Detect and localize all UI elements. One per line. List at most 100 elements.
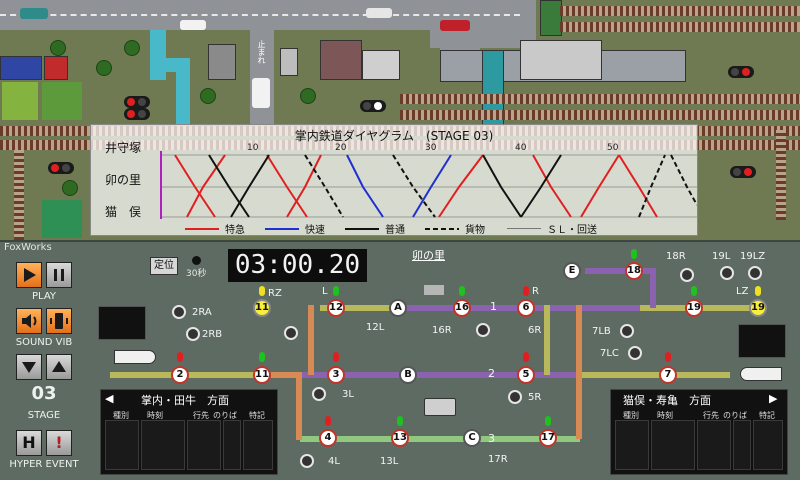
signal-label: 2RA (192, 307, 212, 318)
signal-label: R (532, 286, 539, 297)
track-segment (300, 436, 580, 442)
camera-icon[interactable] (424, 398, 456, 416)
default-position-button[interactable]: 定位 (150, 257, 178, 275)
rail-track (560, 22, 800, 32)
switch-6[interactable]: 6 (517, 299, 535, 317)
map-signal (48, 162, 74, 174)
track-number: 2 (488, 367, 495, 380)
signal-toggle-5r[interactable] (508, 390, 522, 404)
legend-swatch (507, 228, 541, 229)
departure-table-left: ◀ 掌内・田牛 方面 種別 時刻 行先 のりば 特記 (100, 389, 278, 475)
switch-11-yellow[interactable]: 11 (253, 299, 271, 317)
signal-lamp (665, 352, 671, 362)
pause-icon (54, 269, 64, 281)
road (520, 0, 536, 40)
signal-toggle-19l[interactable] (720, 266, 734, 280)
map-signal (360, 100, 386, 112)
signal-toggle-2rb[interactable] (186, 327, 200, 341)
departure-table-right: 猫俣・寿亀 方面 ▶ 種別 時刻 行先 のりば 特記 (610, 389, 788, 475)
table-arrow-right-icon: ▶ (769, 392, 778, 405)
signal-label: 13L (380, 456, 399, 467)
play-button[interactable] (16, 262, 42, 288)
legend-label: ＳＬ・回送 (547, 225, 597, 236)
signal-toggle-3l[interactable] (312, 387, 326, 401)
rail-track (400, 110, 800, 120)
signal-lamp (397, 416, 403, 426)
signal-toggle-2ra[interactable] (172, 305, 186, 319)
switch-3[interactable]: 3 (327, 366, 345, 384)
station-name: 卯の里 (412, 249, 445, 262)
track-number: 1 (490, 300, 497, 313)
car (366, 8, 392, 18)
switch-18[interactable]: 18 (625, 262, 643, 280)
switch-12[interactable]: 12 (327, 299, 345, 317)
signal-label: 7LC (600, 348, 619, 359)
vibration-button[interactable] (46, 308, 72, 334)
signal-toggle-18r[interactable] (680, 268, 694, 282)
diagram-lines (160, 151, 697, 219)
signal-toggle-4l[interactable] (300, 454, 314, 468)
play-label: PLAY (31, 291, 56, 302)
signal-label: 5R (528, 392, 542, 403)
triangle-down-icon (22, 362, 36, 373)
switch-13[interactable]: 13 (391, 429, 409, 447)
signal-label: LZ (736, 286, 749, 297)
pause-button[interactable] (46, 262, 72, 288)
timer-lamp (192, 256, 201, 265)
switch-16[interactable]: 16 (453, 299, 471, 317)
signal-toggle-19lz[interactable] (748, 266, 762, 280)
signal-toggle-11[interactable] (284, 326, 298, 340)
signal-label: 7LB (592, 326, 611, 337)
building (540, 0, 562, 36)
hyper-h-button[interactable]: H (16, 430, 42, 456)
signal-toggle-16r[interactable] (476, 323, 490, 337)
building (208, 44, 236, 80)
signal-lamp (631, 249, 637, 259)
table-cell (615, 420, 649, 470)
track-segment (576, 305, 582, 439)
signal-label: 19LZ (740, 251, 766, 262)
switch-7[interactable]: 7 (659, 366, 677, 384)
switch-19-yellow[interactable]: 19 (749, 299, 767, 317)
switch-4[interactable]: 4 (319, 429, 337, 447)
switch-2[interactable]: 2 (171, 366, 189, 384)
signal-lamp (691, 286, 697, 296)
switch-17[interactable]: 17 (539, 429, 557, 447)
table-cell (733, 420, 751, 470)
sound-button[interactable] (16, 308, 42, 334)
point-C: C (463, 429, 481, 447)
car (440, 20, 470, 31)
signal-label: RZ (268, 288, 282, 299)
table-cell (105, 420, 139, 470)
hyper-event-button[interactable]: ! (46, 430, 72, 456)
map-signal (730, 166, 756, 178)
table-cell (651, 420, 695, 470)
signal-lamp (333, 352, 339, 362)
signal-label: 18R (666, 251, 686, 262)
signal-lamp (545, 416, 551, 426)
switch-5[interactable]: 5 (517, 366, 535, 384)
building (362, 50, 400, 80)
switch-19[interactable]: 19 (685, 299, 703, 317)
road-marking (0, 14, 520, 16)
table-cell (243, 420, 273, 470)
game-screen: 止まれ 掌内鉄道ダイヤグラム (STAGE 03) 井守塚 卯の里 猫 俣 10… (0, 0, 800, 480)
train-icon (740, 367, 782, 381)
table-cell (187, 420, 221, 470)
signal-label: 3L (342, 389, 354, 400)
stage-down-button[interactable] (16, 354, 42, 380)
switch-11[interactable]: 11 (253, 366, 271, 384)
sound-label: SOUND VIB (15, 337, 73, 348)
brand-label: FoxWorks (4, 242, 52, 253)
signal-toggle-7lc[interactable] (628, 346, 642, 360)
tree (300, 88, 316, 104)
point-E: E (563, 262, 581, 280)
track-segment (544, 305, 550, 375)
signal-toggle-7lb[interactable] (620, 324, 634, 338)
map-signal (124, 96, 150, 108)
stage-up-button[interactable] (46, 354, 72, 380)
map-signal (728, 66, 754, 78)
road (430, 30, 522, 48)
tree (124, 40, 140, 56)
train-diagram: 掌内鉄道ダイヤグラム (STAGE 03) 井守塚 卯の里 猫 俣 10 20 … (90, 124, 698, 236)
